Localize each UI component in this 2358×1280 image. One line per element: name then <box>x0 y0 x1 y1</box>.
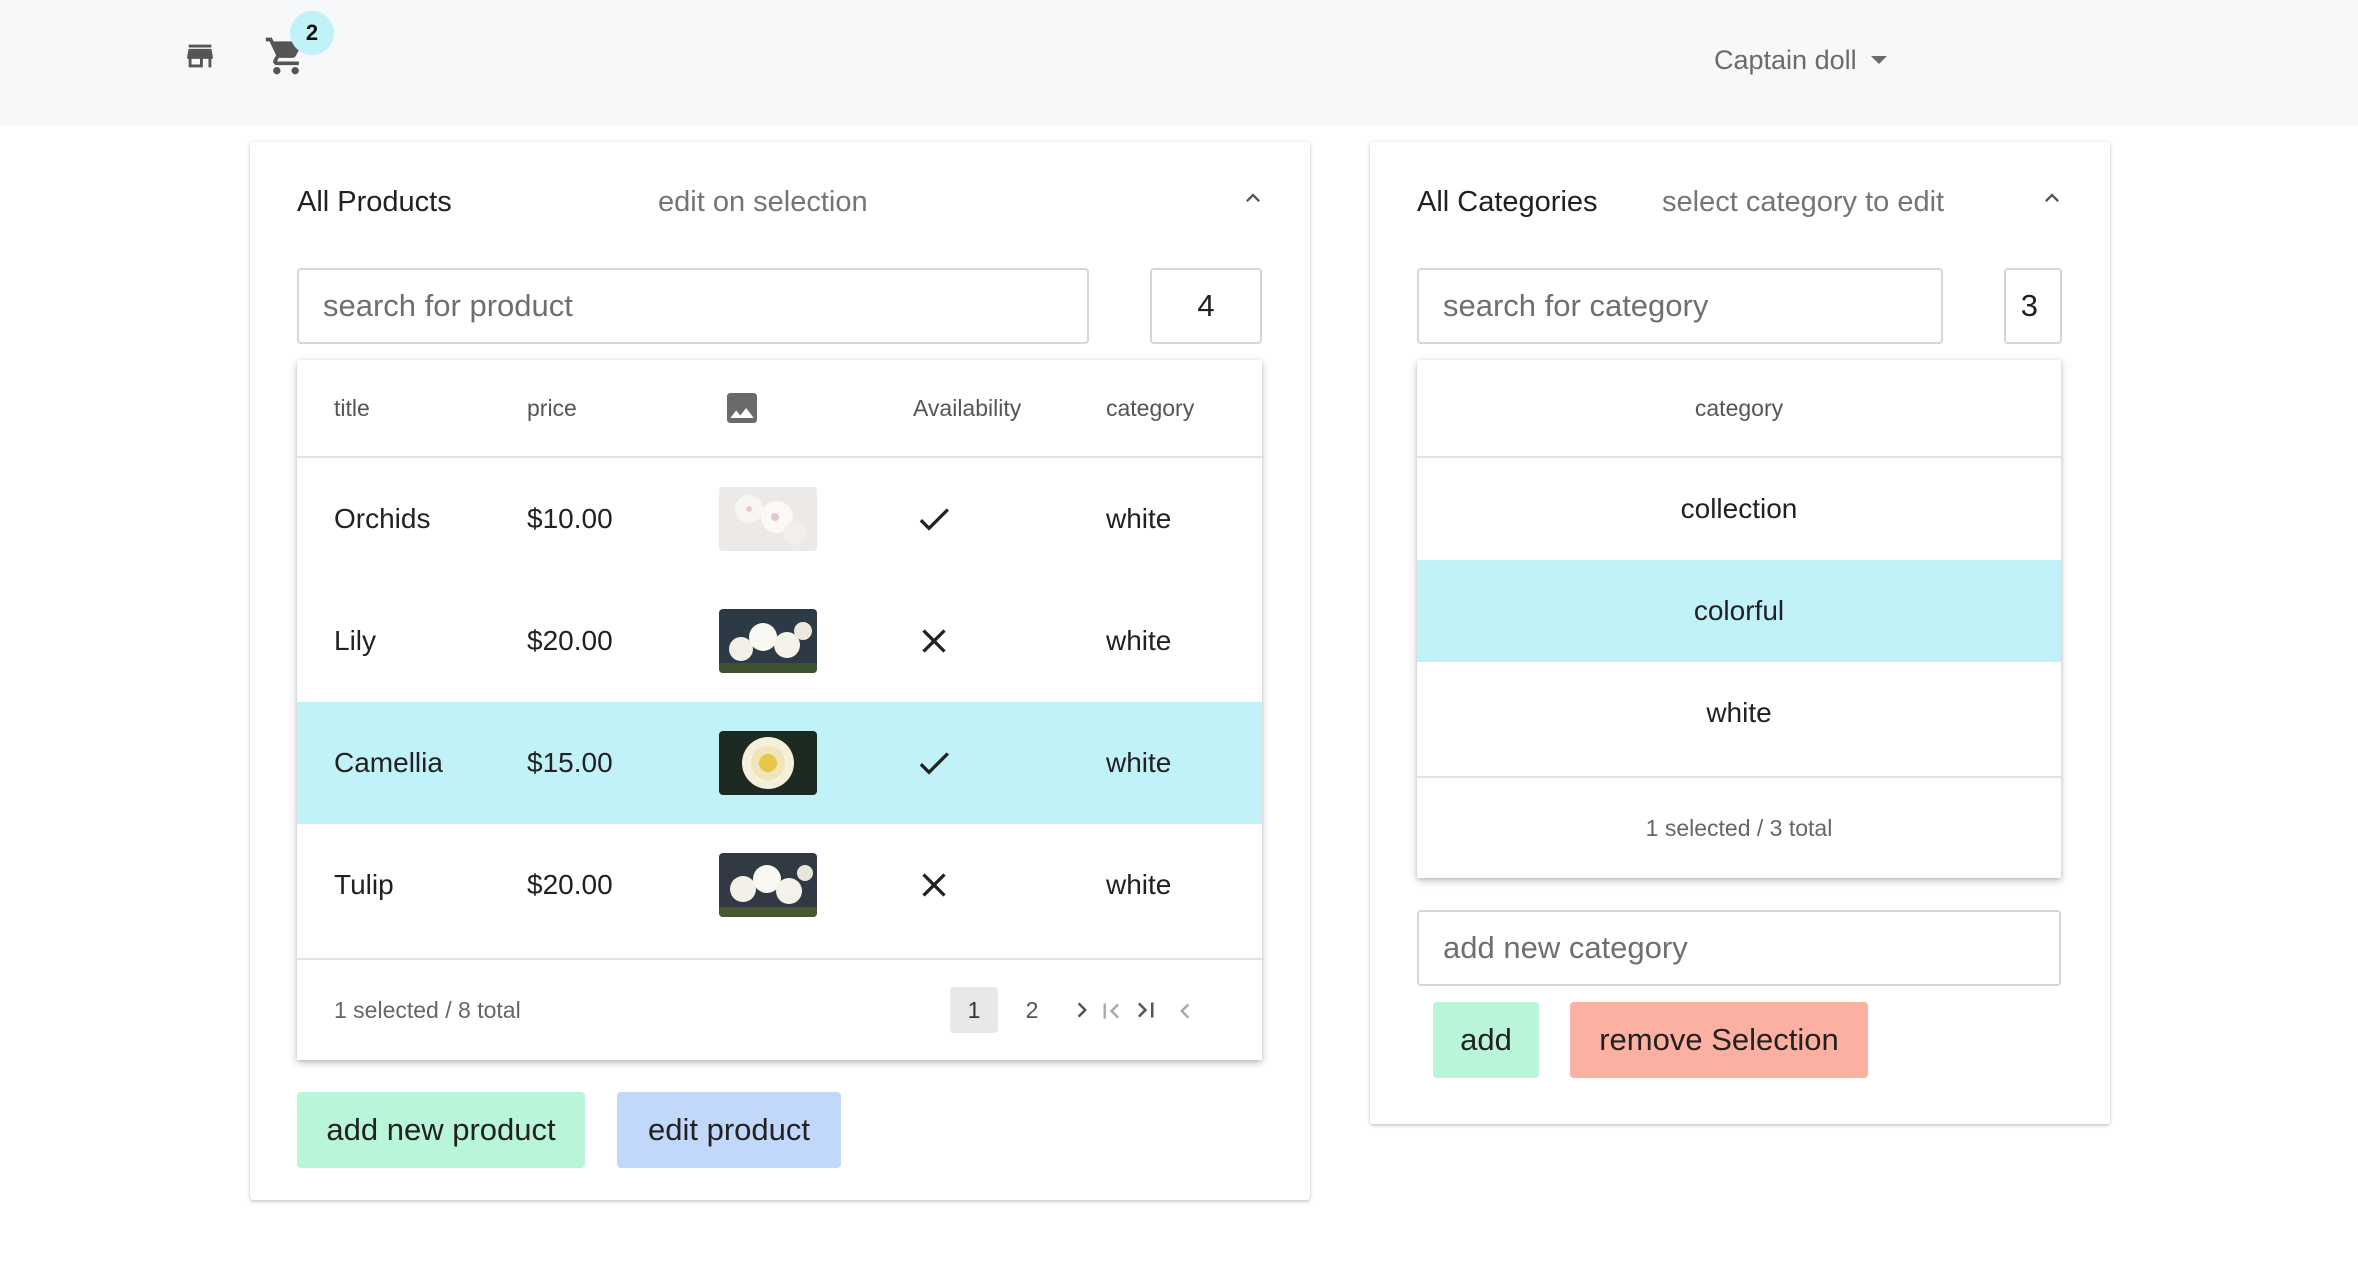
products-table: title price Availability category Orchid… <box>297 360 1262 1060</box>
top-app-bar: 2 Captain doll <box>0 0 2358 126</box>
products-title: All Products <box>297 186 452 218</box>
new-category-input[interactable] <box>1419 912 2059 984</box>
new-category-field[interactable] <box>1417 910 2061 986</box>
product-title: Orchids <box>334 503 431 534</box>
chevron-up-icon <box>2045 193 2059 202</box>
product-category: white <box>1106 747 1172 778</box>
edit-product-button[interactable]: edit product <box>617 1092 841 1168</box>
table-footer: 1 selected / 3 total <box>1417 776 2061 878</box>
table-row[interactable]: Orchids $10.00 white <box>297 458 1262 580</box>
categories-title: All Categories <box>1417 186 1598 218</box>
table-header-row: title price Availability category <box>297 360 1262 458</box>
store-icon[interactable] <box>176 34 224 78</box>
category-rows-per-page-input[interactable] <box>2006 270 2060 342</box>
selection-status: 1 selected / 8 total <box>334 996 521 1023</box>
product-search-field[interactable] <box>297 268 1089 344</box>
categories-panel: All Categories select category to edit c… <box>1370 142 2110 1124</box>
user-name: Captain doll <box>1714 44 1857 75</box>
table-row-selected[interactable]: Camellia $15.00 white <box>297 702 1262 824</box>
lily-photo <box>719 609 817 673</box>
product-title: Tulip <box>334 869 394 900</box>
category-search-input[interactable] <box>1419 270 1941 342</box>
product-rows-per-page-field[interactable] <box>1150 268 1262 344</box>
column-header-category[interactable]: category <box>1106 360 1194 456</box>
column-header-category[interactable]: category <box>1417 360 2061 456</box>
camellia-photo <box>719 731 817 795</box>
page-button-2[interactable]: 2 <box>1008 987 1056 1033</box>
categories-table: category collection colorful white 1 sel… <box>1417 360 2061 878</box>
check-icon <box>914 458 954 580</box>
table-row[interactable]: Lily $20.00 white <box>297 580 1262 702</box>
category-search-field[interactable] <box>1417 268 1943 344</box>
tulip-photo <box>719 853 817 917</box>
product-category: white <box>1106 869 1172 900</box>
close-icon <box>914 580 954 702</box>
product-category: white <box>1106 625 1172 656</box>
table-footer: 1 selected / 8 total 1 2 <box>297 958 1262 1060</box>
product-title: Lily <box>334 625 377 656</box>
page-button-1[interactable]: 1 <box>950 987 998 1033</box>
table-row[interactable]: Tulip $20.00 white <box>297 824 1262 946</box>
collapse-categories-button[interactable] <box>2034 180 2070 216</box>
add-category-button[interactable]: add <box>1433 1002 1539 1078</box>
chevron-up-icon <box>1246 193 1260 202</box>
close-icon <box>914 824 954 946</box>
column-header-availability[interactable]: Availability <box>913 360 1021 456</box>
product-category: white <box>1106 503 1172 534</box>
product-rows-per-page-input[interactable] <box>1152 270 1260 342</box>
product-price: $10.00 <box>527 503 613 534</box>
products-subtitle: edit on selection <box>658 186 868 218</box>
chevron-down-icon <box>1870 56 1887 64</box>
product-price: $20.00 <box>527 869 613 900</box>
product-price: $20.00 <box>527 625 613 656</box>
user-menu-dropdown[interactable]: Captain doll <box>1714 40 1887 80</box>
table-header-row: category <box>1417 360 2061 458</box>
category-row[interactable]: collection <box>1417 458 2061 560</box>
category-rows-per-page-field[interactable] <box>2004 268 2062 344</box>
column-header-title[interactable]: title <box>334 360 370 456</box>
add-new-product-button[interactable]: add new product <box>297 1092 585 1168</box>
categories-subtitle: select category to edit <box>1662 186 1945 218</box>
category-row[interactable]: white <box>1417 662 2061 764</box>
products-panel: All Products edit on selection title pri… <box>250 142 1310 1200</box>
image-icon[interactable] <box>722 360 762 456</box>
cart-count-badge: 2 <box>290 11 334 55</box>
category-row-selected[interactable]: colorful <box>1417 560 2061 662</box>
column-header-price[interactable]: price <box>527 360 577 456</box>
collapse-products-button[interactable] <box>1235 180 1271 216</box>
product-search-input[interactable] <box>299 270 1087 342</box>
orchid-photo <box>719 487 817 551</box>
last-page-icon[interactable] <box>1122 987 1170 1033</box>
next-page-icon[interactable] <box>1058 987 1106 1033</box>
remove-selection-button[interactable]: remove Selection <box>1570 1002 1868 1078</box>
product-title: Camellia <box>334 747 443 778</box>
check-icon <box>914 702 954 824</box>
selection-status: 1 selected / 3 total <box>1645 814 1833 841</box>
product-price: $15.00 <box>527 747 613 778</box>
